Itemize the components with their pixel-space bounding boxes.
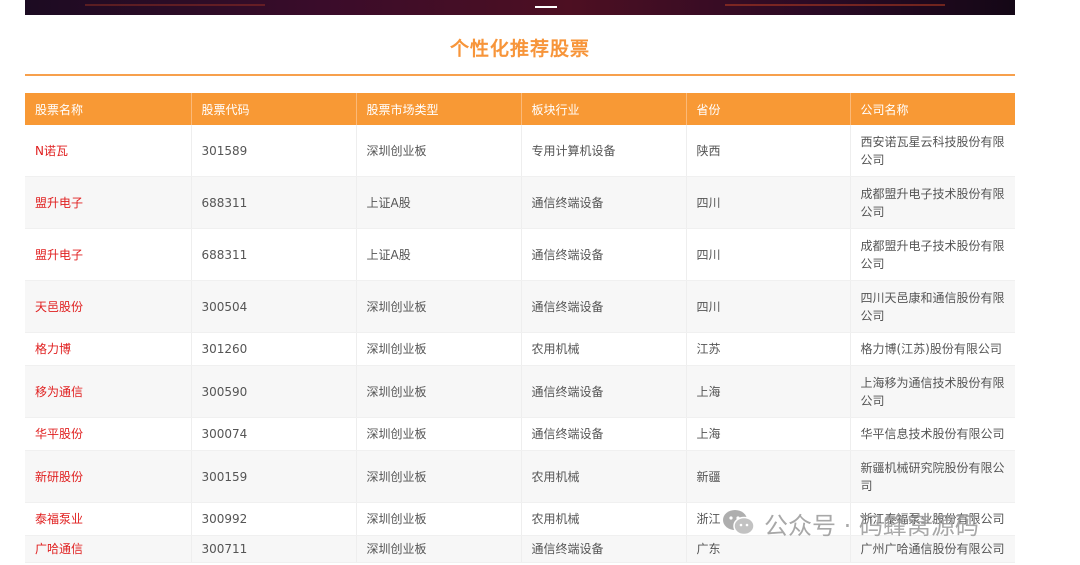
stock-name-link[interactable]: 泰福泵业 [25,502,192,536]
carousel-indicator[interactable] [535,6,557,8]
banner-decoration [725,4,945,6]
market-type-cell: 深圳创业板 [356,450,522,503]
banner-decoration [85,4,265,6]
stock-name-link[interactable]: 盟升电子 [25,176,192,229]
stock-code-cell: 300711 [191,535,357,563]
stock-code-cell: 301260 [191,332,357,366]
market-type-cell: 深圳创业板 [356,125,522,177]
column-header-province[interactable]: 省份 [686,93,851,125]
table-row[interactable]: 泰福泵业 300992 深圳创业板 农用机械 浙江 浙江泰福泵业股份有限公司 [25,502,1015,536]
table-row[interactable]: 广哈通信 300711 深圳创业板 通信终端设备 广东 广州广哈通信股份有限公司 [25,535,1015,563]
stock-name-link[interactable]: 移为通信 [25,365,192,418]
table-row[interactable]: 华平股份 300074 深圳创业板 通信终端设备 上海 华平信息技术股份有限公司 [25,417,1015,451]
stock-code-cell: 301589 [191,125,357,177]
company-name-cell: 西安诺瓦星云科技股份有限公司 [850,125,1015,177]
table-row[interactable]: 格力博 301260 深圳创业板 农用机械 江苏 格力博(江苏)股份有限公司 [25,332,1015,366]
industry-cell: 通信终端设备 [521,280,687,333]
stock-table: 股票名称 股票代码 股票市场类型 板块行业 省份 公司名称 N诺瓦 301589… [25,93,1015,563]
column-header-stock-code[interactable]: 股票代码 [191,93,357,125]
stock-code-cell: 688311 [191,176,357,229]
table-row[interactable]: N诺瓦 301589 深圳创业板 专用计算机设备 陕西 西安诺瓦星云科技股份有限… [25,125,1015,177]
market-type-cell: 深圳创业板 [356,365,522,418]
industry-cell: 通信终端设备 [521,365,687,418]
industry-cell: 通信终端设备 [521,535,687,563]
table-row[interactable]: 移为通信 300590 深圳创业板 通信终端设备 上海 上海移为通信技术股份有限… [25,365,1015,418]
stock-name-link[interactable]: 新研股份 [25,450,192,503]
company-name-cell: 四川天邑康和通信股份有限公司 [850,280,1015,333]
table-row[interactable]: 盟升电子 688311 上证A股 通信终端设备 四川 成都盟升电子技术股份有限公… [25,228,1015,281]
stock-name-link[interactable]: 华平股份 [25,417,192,451]
market-type-cell: 深圳创业板 [356,502,522,536]
province-cell: 江苏 [686,332,851,366]
table-row[interactable]: 天邑股份 300504 深圳创业板 通信终端设备 四川 四川天邑康和通信股份有限… [25,280,1015,333]
province-cell: 四川 [686,280,851,333]
market-type-cell: 深圳创业板 [356,535,522,563]
stock-name-link[interactable]: 广哈通信 [25,535,192,563]
company-name-cell: 浙江泰福泵业股份有限公司 [850,502,1015,536]
stock-name-link[interactable]: N诺瓦 [25,125,192,177]
column-header-industry[interactable]: 板块行业 [521,93,687,125]
industry-cell: 农用机械 [521,502,687,536]
page-title: 个性化推荐股票 [449,38,590,60]
table-row[interactable]: 盟升电子 688311 上证A股 通信终端设备 四川 成都盟升电子技术股份有限公… [25,176,1015,229]
stock-name-link[interactable]: 格力博 [25,332,192,366]
stock-code-cell: 688311 [191,228,357,281]
top-banner [25,0,1015,15]
table-row[interactable]: 新研股份 300159 深圳创业板 农用机械 新疆 新疆机械研究院股份有限公司 [25,450,1015,503]
column-header-market-type[interactable]: 股票市场类型 [356,93,522,125]
province-cell: 新疆 [686,450,851,503]
market-type-cell: 深圳创业板 [356,332,522,366]
province-cell: 上海 [686,365,851,418]
column-header-stock-name[interactable]: 股票名称 [25,93,192,125]
company-name-cell: 华平信息技术股份有限公司 [850,417,1015,451]
company-name-cell: 格力博(江苏)股份有限公司 [850,332,1015,366]
table-header-row: 股票名称 股票代码 股票市场类型 板块行业 省份 公司名称 [25,93,1015,125]
stock-code-cell: 300590 [191,365,357,418]
company-name-cell: 成都盟升电子技术股份有限公司 [850,176,1015,229]
province-cell: 陕西 [686,125,851,177]
market-type-cell: 深圳创业板 [356,280,522,333]
company-name-cell: 成都盟升电子技术股份有限公司 [850,228,1015,281]
market-type-cell: 上证A股 [356,176,522,229]
column-header-company-name[interactable]: 公司名称 [850,93,1015,125]
industry-cell: 通信终端设备 [521,417,687,451]
province-cell: 四川 [686,228,851,281]
company-name-cell: 上海移为通信技术股份有限公司 [850,365,1015,418]
province-cell: 上海 [686,417,851,451]
province-cell: 浙江 [686,502,851,536]
province-cell: 四川 [686,176,851,229]
industry-cell: 通信终端设备 [521,176,687,229]
market-type-cell: 上证A股 [356,228,522,281]
industry-cell: 专用计算机设备 [521,125,687,177]
industry-cell: 农用机械 [521,332,687,366]
title-divider [25,74,1015,76]
province-cell: 广东 [686,535,851,563]
industry-cell: 通信终端设备 [521,228,687,281]
stock-name-link[interactable]: 盟升电子 [25,228,192,281]
stock-code-cell: 300504 [191,280,357,333]
market-type-cell: 深圳创业板 [356,417,522,451]
industry-cell: 农用机械 [521,450,687,503]
company-name-cell: 广州广哈通信股份有限公司 [850,535,1015,563]
stock-code-cell: 300074 [191,417,357,451]
stock-name-link[interactable]: 天邑股份 [25,280,192,333]
stock-code-cell: 300992 [191,502,357,536]
company-name-cell: 新疆机械研究院股份有限公司 [850,450,1015,503]
stock-code-cell: 300159 [191,450,357,503]
